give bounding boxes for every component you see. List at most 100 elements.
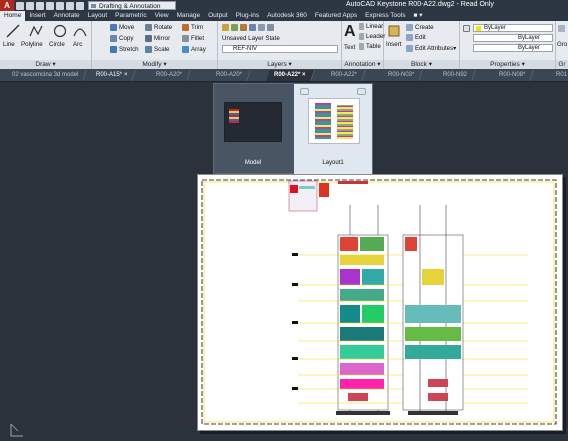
rotate-button[interactable]: Rotate: [145, 24, 172, 31]
lineweight-dropdown[interactable]: ByLayer: [473, 44, 553, 52]
edit-block-button[interactable]: Edit: [406, 34, 426, 41]
circle-icon: [53, 24, 67, 38]
modify-panel-title[interactable]: Modify ▾: [92, 60, 217, 69]
array-button[interactable]: Array: [182, 46, 206, 53]
save-icon[interactable]: [36, 1, 44, 10]
ucs-icon: [10, 423, 23, 437]
circle-button[interactable]: Circle: [49, 41, 65, 48]
close-icon[interactable]: ×: [302, 70, 306, 81]
layout1-preview: [308, 98, 360, 144]
layout-paper-sheet[interactable]: [197, 174, 563, 431]
copy-button[interactable]: Copy: [110, 35, 133, 42]
doc-tab[interactable]: 02 vascomcina 3d model: [4, 70, 88, 81]
color-dropdown[interactable]: ByLayer: [473, 24, 553, 32]
move-button[interactable]: Move: [110, 24, 134, 31]
match-properties-icon[interactable]: [463, 25, 470, 32]
app-menu-button[interactable]: A: [0, 0, 14, 11]
mirror-button[interactable]: Mirror: [145, 35, 170, 42]
doc-tab[interactable]: R00-N92: [435, 70, 476, 81]
plot-icon[interactable]: [300, 88, 309, 95]
annotation-panel-title[interactable]: Annotation ▾: [342, 60, 383, 69]
tab-annotate[interactable]: Annotate: [50, 11, 84, 21]
layout1-thumbnail[interactable]: Layout1: [294, 84, 372, 175]
edit-attributes-button[interactable]: Edit Attributes ▾: [406, 45, 456, 52]
tab-view[interactable]: View: [151, 11, 173, 21]
doc-tab[interactable]: R00-A22*: [323, 70, 366, 81]
undo-icon[interactable]: [66, 1, 74, 10]
leader-button[interactable]: Leader: [359, 33, 385, 40]
create-block-button[interactable]: Create: [406, 24, 434, 31]
model-thumbnail[interactable]: Model: [214, 84, 292, 175]
annotation-panel: A Text Linear Leader Table Annotation ▾: [342, 21, 385, 69]
group-icon[interactable]: [558, 25, 565, 32]
doc-tab-active[interactable]: R00-A22* ×: [266, 70, 315, 81]
array-icon: [182, 46, 189, 53]
text-icon: A: [344, 23, 356, 40]
doc-tab[interactable]: R00-N03*: [380, 70, 424, 81]
tab-manage[interactable]: Manage: [173, 11, 205, 21]
group-button[interactable]: Gro: [557, 41, 567, 48]
layer-properties-icon[interactable]: [222, 24, 229, 31]
doc-tab[interactable]: R01: [548, 70, 568, 81]
tab-featured-apps[interactable]: Featured Apps: [311, 11, 361, 21]
tab-insert[interactable]: Insert: [25, 11, 49, 21]
groups-panel-title[interactable]: Gr: [556, 60, 568, 69]
open-icon[interactable]: [26, 1, 34, 10]
tab-output[interactable]: Output: [204, 11, 232, 21]
doc-tab[interactable]: R00-N08*: [491, 70, 535, 81]
mirror-icon: [145, 35, 152, 42]
tab-autodesk-360[interactable]: Autodesk 360: [263, 11, 311, 21]
create-block-icon: [406, 24, 413, 31]
stretch-icon: [110, 46, 117, 53]
layout-preview-popup: Model Layout1: [213, 83, 373, 175]
arc-button[interactable]: Arc: [73, 41, 82, 48]
publish-icon[interactable]: [357, 88, 366, 95]
layer-lock-icon[interactable]: [249, 24, 256, 31]
print-icon[interactable]: [56, 1, 64, 10]
model-preview: [224, 102, 282, 142]
insert-button[interactable]: Insert: [386, 41, 401, 48]
groups-panel: Gro Gr: [556, 21, 568, 69]
block-panel-title[interactable]: Block ▾: [384, 60, 459, 69]
autocad-window: A Drafting & Annotation AutoCAD Keystone…: [0, 0, 568, 441]
polyline-button[interactable]: Polyline: [21, 41, 43, 48]
layer-freeze-icon[interactable]: [240, 24, 247, 31]
doc-tab[interactable]: R00-A20*: [208, 70, 251, 81]
tab-plugins[interactable]: Plug-ins: [232, 11, 263, 21]
table-button[interactable]: Table: [359, 43, 381, 50]
redo-icon[interactable]: [76, 1, 84, 10]
linear-dimension-button[interactable]: Linear: [359, 23, 383, 30]
trim-button[interactable]: Trim: [182, 24, 203, 31]
scale-button[interactable]: Scale: [145, 46, 169, 53]
layer-dropdown[interactable]: REF-NIV: [222, 45, 338, 53]
layer-on-icon[interactable]: [231, 24, 238, 31]
stretch-button[interactable]: Stretch: [110, 46, 139, 53]
fillet-icon: [182, 35, 189, 42]
tab-parametric[interactable]: Parametric: [111, 11, 150, 21]
doc-tab[interactable]: R00-A15* ×: [88, 70, 136, 81]
close-icon[interactable]: ×: [124, 70, 128, 81]
fillet-button[interactable]: Fillet: [182, 35, 204, 42]
edit-attributes-icon: [406, 45, 413, 52]
layer-previous-icon[interactable]: [267, 24, 274, 31]
layers-panel-title[interactable]: Layers ▾: [218, 60, 341, 69]
trim-icon: [182, 24, 189, 31]
text-button[interactable]: Text: [344, 44, 355, 51]
layer-state-dropdown[interactable]: Unsaved Layer State: [222, 35, 280, 42]
linetype-dropdown[interactable]: ByLayer: [473, 34, 553, 42]
new-icon[interactable]: [16, 1, 24, 10]
draw-panel: Line Polyline Circle Arc Draw ▾: [0, 21, 92, 69]
tab-layout[interactable]: Layout: [84, 11, 112, 21]
layer-match-icon[interactable]: [258, 24, 265, 31]
line-button[interactable]: Line: [3, 41, 15, 48]
workspace-dropdown[interactable]: Drafting & Annotation: [88, 1, 176, 10]
modify-panel: Move Rotate Trim Copy Mirror Fillet Stre…: [92, 21, 218, 69]
leader-icon: [359, 33, 364, 40]
tab-express-tools[interactable]: Express Tools: [361, 11, 409, 21]
properties-panel-title[interactable]: Properties ▾: [460, 60, 555, 69]
ribbon-options-icon[interactable]: ■ ▾: [409, 11, 426, 21]
draw-panel-title[interactable]: Draw ▾: [0, 60, 91, 69]
doc-tab[interactable]: R00-A20*: [148, 70, 191, 81]
tab-home[interactable]: Home: [0, 11, 26, 21]
save-as-icon[interactable]: [46, 1, 54, 10]
